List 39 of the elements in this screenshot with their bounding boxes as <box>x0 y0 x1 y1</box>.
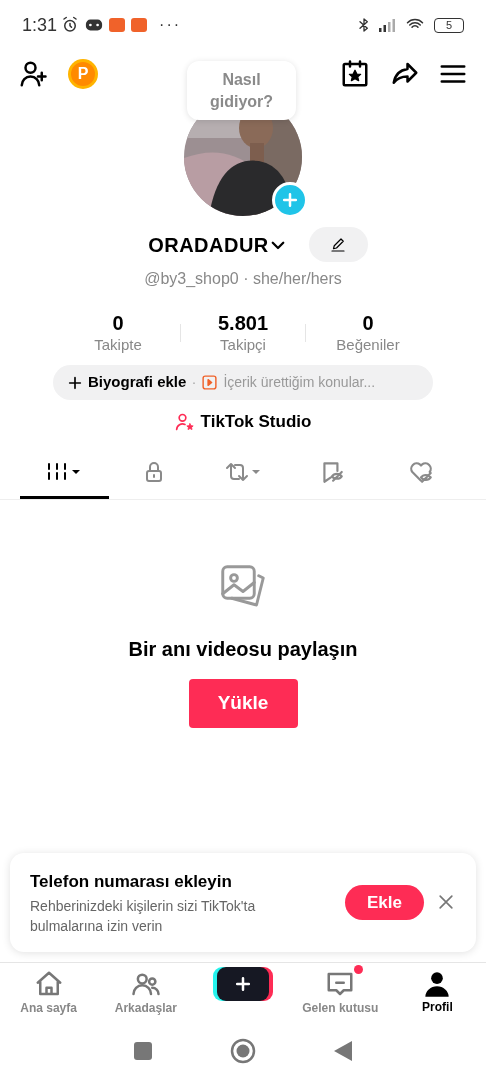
stat-item[interactable]: 5.801 Takipçi <box>181 311 305 355</box>
creator-icon <box>174 411 195 432</box>
status-bubble[interactable]: Nasıl gidiyor? <box>187 61 296 120</box>
plus-icon <box>280 190 300 210</box>
stat-item[interactable]: 0 Beğeniler <box>306 311 430 355</box>
more-notifications: ··· <box>159 15 182 35</box>
empty-title: Bir anı videosu paylaşın <box>128 636 358 662</box>
plus-icon <box>67 374 83 391</box>
banner-title: Telefon numarası ekleyin <box>30 870 233 893</box>
add-bio-link[interactable]: Biyografi ekle <box>88 371 187 394</box>
repost-icon <box>223 460 263 484</box>
video-icon <box>201 374 219 391</box>
add-button[interactable]: Ekle <box>345 884 424 920</box>
studio-link[interactable]: TikTok Studio <box>200 409 312 435</box>
topics-link[interactable]: İçerik ürettiğim konular... <box>223 372 376 393</box>
upload-button[interactable]: Yükle <box>188 678 298 728</box>
back-button[interactable] <box>334 1041 352 1061</box>
nav-tab[interactable]: Profil <box>388 969 486 1016</box>
app-icon <box>109 18 126 32</box>
banner-text: Rehberinizdeki kişilerin sizi TikTok'ta bulmalarına izin verin <box>30 897 257 936</box>
edit-profile-button[interactable] <box>308 227 368 262</box>
nav-tab[interactable]: Ana sayfa <box>0 968 98 1017</box>
profile-name[interactable]: ORADADUR <box>148 229 269 260</box>
nav-tab[interactable]: Gelen kutusu <box>291 968 389 1017</box>
nav-tab[interactable]: Arkadaşlar <box>97 968 195 1017</box>
alarm-icon <box>61 16 80 34</box>
profile-handle: @by3_shop0 · she/her/hers <box>143 269 343 289</box>
separator-dot: · <box>191 372 197 393</box>
app-icon <box>131 18 148 32</box>
heart-hidden-icon <box>408 459 435 485</box>
coins-button[interactable]: P <box>68 59 98 89</box>
add-friend-icon[interactable] <box>18 59 48 89</box>
signal-icon <box>378 18 398 32</box>
profile-icon <box>423 969 452 998</box>
battery-indicator: 5 <box>434 17 464 33</box>
home-button[interactable] <box>230 1038 256 1064</box>
status-time: 1:31 <box>22 13 58 37</box>
gamepad-icon <box>85 18 104 32</box>
stat-item[interactable]: 0 Takipte <box>56 311 180 355</box>
